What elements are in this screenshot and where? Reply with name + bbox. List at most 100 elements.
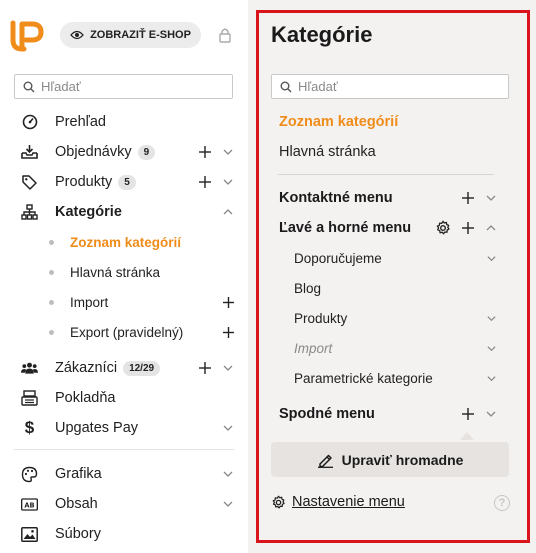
count-badge: 12/29 — [123, 360, 161, 376]
panel-link-zoznam-kategorii[interactable]: Zoznam kategórií — [279, 114, 398, 130]
add-customer-plus-icon[interactable] — [198, 361, 212, 375]
sitemap-icon — [21, 204, 38, 221]
gear-icon — [271, 495, 286, 510]
sidebar-item-label: Grafika — [55, 466, 102, 482]
pencil-icon — [317, 452, 334, 468]
menu-label: Ľavé a horné menu — [279, 220, 412, 236]
sidebar-item-prehlad[interactable]: Prehľad — [0, 107, 248, 137]
panel-search-placeholder: Hľadať — [298, 79, 338, 94]
sidebar-item-label: Prehľad — [55, 114, 106, 130]
menu-subitem-produkty[interactable]: Produkty — [271, 303, 509, 333]
sidebar-item-label: Kategórie — [55, 204, 122, 220]
add-product-plus-icon[interactable] — [198, 175, 212, 189]
lock-icon[interactable] — [218, 27, 232, 43]
bullet-dot — [49, 239, 54, 245]
add-import-plus-icon[interactable] — [222, 296, 235, 309]
chevron-down-icon[interactable] — [222, 498, 234, 510]
chevron-down-icon[interactable] — [486, 373, 497, 384]
chevron-down-icon[interactable] — [485, 408, 497, 420]
chevron-down-icon[interactable] — [486, 343, 497, 354]
bullet-dot — [49, 329, 54, 335]
sidebar-subitem-label: Export (pravidelný) — [70, 324, 184, 340]
sidebar-subitem-zoznam-kategorii[interactable]: Zoznam kategórií — [0, 227, 248, 257]
add-export-plus-icon[interactable] — [222, 326, 235, 339]
add-item-plus-icon[interactable] — [461, 221, 475, 235]
svg-text:AB: AB — [24, 501, 34, 509]
add-order-plus-icon[interactable] — [198, 145, 212, 159]
sidebar-item-pokladna[interactable]: Pokladňa — [0, 383, 248, 413]
help-icon[interactable]: ? — [494, 495, 510, 511]
sidebar-subitem-label: Zoznam kategórií — [70, 234, 182, 250]
sidebar-item-label: Zákazníci — [55, 360, 118, 376]
chevron-down-icon[interactable] — [222, 362, 234, 374]
menu-subitem-label: Blog — [294, 280, 322, 296]
dollar-icon: $ — [24, 418, 35, 437]
count-badge: 5 — [118, 174, 136, 190]
cash-register-icon — [21, 390, 38, 407]
sidebar-search-input[interactable]: Hľadať — [14, 74, 233, 99]
panel-link-hlavna-stranka[interactable]: Hlavná stránka — [279, 144, 376, 160]
chevron-down-icon[interactable] — [222, 146, 234, 158]
sidebar-item-kategorie[interactable]: Kategórie — [0, 197, 248, 227]
bulk-edit-label: Upraviť hromadne — [341, 451, 464, 468]
upgates-logo[interactable] — [10, 20, 44, 52]
menu-label: Kontaktné menu — [279, 190, 393, 206]
menu-settings-link[interactable]: Nastavenie menu — [271, 494, 405, 510]
sidebar-item-zakaznici[interactable]: Zákazníci 12/29 — [0, 353, 248, 383]
sidebar-item-produkty[interactable]: Produkty 5 — [0, 167, 248, 197]
sidebar-item-upgates-pay[interactable]: $ Upgates Pay — [0, 413, 248, 443]
sidebar-subitem-import[interactable]: Import — [0, 287, 248, 317]
tag-icon — [21, 174, 38, 191]
chevron-down-icon[interactable] — [222, 422, 234, 434]
sidebar-item-label: Pokladňa — [55, 390, 116, 406]
chevron-down-icon[interactable] — [222, 468, 234, 480]
count-badge: 9 — [137, 144, 156, 160]
palette-icon — [21, 466, 38, 483]
sidebar-item-subory[interactable]: Súbory — [0, 519, 248, 549]
show-eshop-button[interactable]: ZOBRAZIŤ E-SHOP — [60, 22, 201, 48]
sidebar-subitem-hlavna-stranka[interactable]: Hlavná stránka — [0, 257, 248, 287]
sidebar-subitem-label: Hlavná stránka — [70, 264, 161, 280]
menu-settings-label: Nastavenie menu — [292, 494, 405, 510]
sidebar: ZOBRAZIŤ E-SHOP Hľadať Prehľad Objednávk… — [0, 0, 248, 553]
menu-row-lave-horne[interactable]: Ľavé a horné menu — [271, 213, 509, 243]
sidebar-item-label: Objednávky — [55, 144, 132, 160]
menu-subitem-import[interactable]: Import — [271, 333, 509, 363]
panel-divider — [278, 174, 494, 175]
sidebar-item-label: Produkty — [55, 174, 113, 190]
chevron-down-icon[interactable] — [222, 176, 234, 188]
add-item-plus-icon[interactable] — [461, 191, 475, 205]
menu-row-kontaktne[interactable]: Kontaktné menu — [271, 183, 509, 213]
panel-search-input[interactable]: Hľadať — [271, 74, 509, 99]
menu-label: Spodné menu — [279, 406, 375, 422]
ab-text-icon: AB — [21, 496, 38, 513]
sidebar-subitem-export[interactable]: Export (pravidelný) — [0, 317, 248, 347]
inbox-download-icon — [21, 144, 38, 161]
chevron-up-icon[interactable] — [222, 206, 234, 218]
menu-subitem-parametricke[interactable]: Parametrické kategorie — [271, 363, 509, 393]
menu-subitem-doporucujeme[interactable]: Doporučujeme — [271, 243, 509, 273]
sidebar-item-grafika[interactable]: Grafika — [0, 459, 248, 489]
sidebar-divider — [14, 449, 234, 450]
sidebar-item-objednavky[interactable]: Objednávky 9 — [0, 137, 248, 167]
search-icon — [23, 81, 35, 93]
bulk-edit-button[interactable]: Upraviť hromadne — [271, 442, 509, 477]
chevron-down-icon[interactable] — [486, 253, 497, 264]
page-title: Kategórie — [271, 22, 373, 47]
gear-icon[interactable] — [435, 220, 451, 236]
menu-subitem-blog[interactable]: Blog — [271, 273, 509, 303]
menu-row-spodne[interactable]: Spodné menu — [271, 399, 509, 429]
bullet-dot — [49, 269, 54, 275]
add-item-plus-icon[interactable] — [461, 407, 475, 421]
chevron-down-icon[interactable] — [485, 192, 497, 204]
eye-icon — [70, 30, 84, 40]
chevron-down-icon[interactable] — [486, 313, 497, 324]
sidebar-item-obsah[interactable]: AB Obsah — [0, 489, 248, 519]
show-eshop-label: ZOBRAZIŤ E-SHOP — [90, 29, 191, 41]
menu-subitem-label: Doporučujeme — [294, 250, 382, 266]
tooltip-caret — [460, 432, 474, 440]
chevron-up-icon[interactable] — [485, 222, 497, 234]
users-icon — [21, 360, 38, 377]
sidebar-subitem-label: Import — [70, 294, 109, 310]
menu-subitem-label: Produkty — [294, 310, 348, 326]
